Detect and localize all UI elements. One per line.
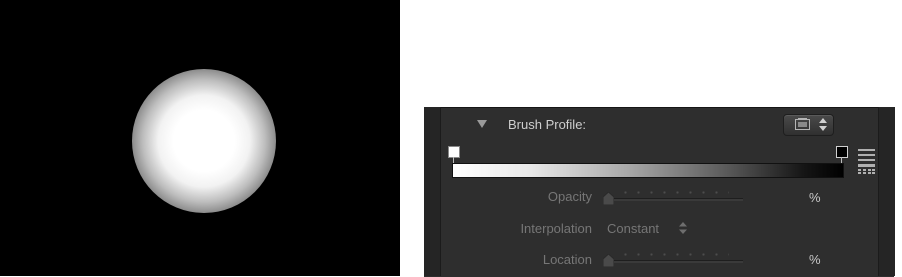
brush-profile-dot (132, 69, 276, 213)
disclosure-triangle-icon[interactable] (477, 120, 487, 128)
gradient-stop-end[interactable] (836, 146, 848, 158)
gradient-stop-start[interactable] (448, 146, 460, 158)
opacity-label: Opacity (547, 189, 592, 204)
location-slider-track (603, 260, 743, 263)
opacity-slider-thumb[interactable] (603, 192, 614, 205)
location-slider[interactable] (603, 251, 743, 269)
location-unit: % (809, 252, 821, 267)
gradient-bar[interactable] (452, 163, 844, 178)
location-slider-ticks (619, 253, 729, 256)
opacity-slider-ticks (619, 191, 729, 194)
opacity-slider-track (603, 198, 743, 201)
window-edge (896, 107, 902, 276)
brush-preview (0, 0, 400, 276)
location-slider-thumb[interactable] (603, 254, 614, 267)
chevron-updown-icon (819, 118, 827, 131)
chevron-updown-icon[interactable] (679, 222, 687, 234)
interpolation-label: Interpolation (520, 221, 592, 236)
panel-left-frame (424, 107, 441, 276)
list-view-icon[interactable] (858, 149, 875, 161)
preset-popup-button[interactable] (783, 114, 834, 136)
interpolation-popup[interactable]: Constant (607, 221, 659, 236)
opacity-slider[interactable] (603, 189, 743, 207)
location-label: Location (542, 252, 592, 267)
grid-view-icon[interactable] (858, 164, 875, 174)
panel-right-frame (878, 107, 895, 276)
preset-folder-icon (795, 118, 810, 130)
section-title: Brush Profile: (508, 117, 587, 132)
opacity-unit: % (809, 190, 821, 205)
